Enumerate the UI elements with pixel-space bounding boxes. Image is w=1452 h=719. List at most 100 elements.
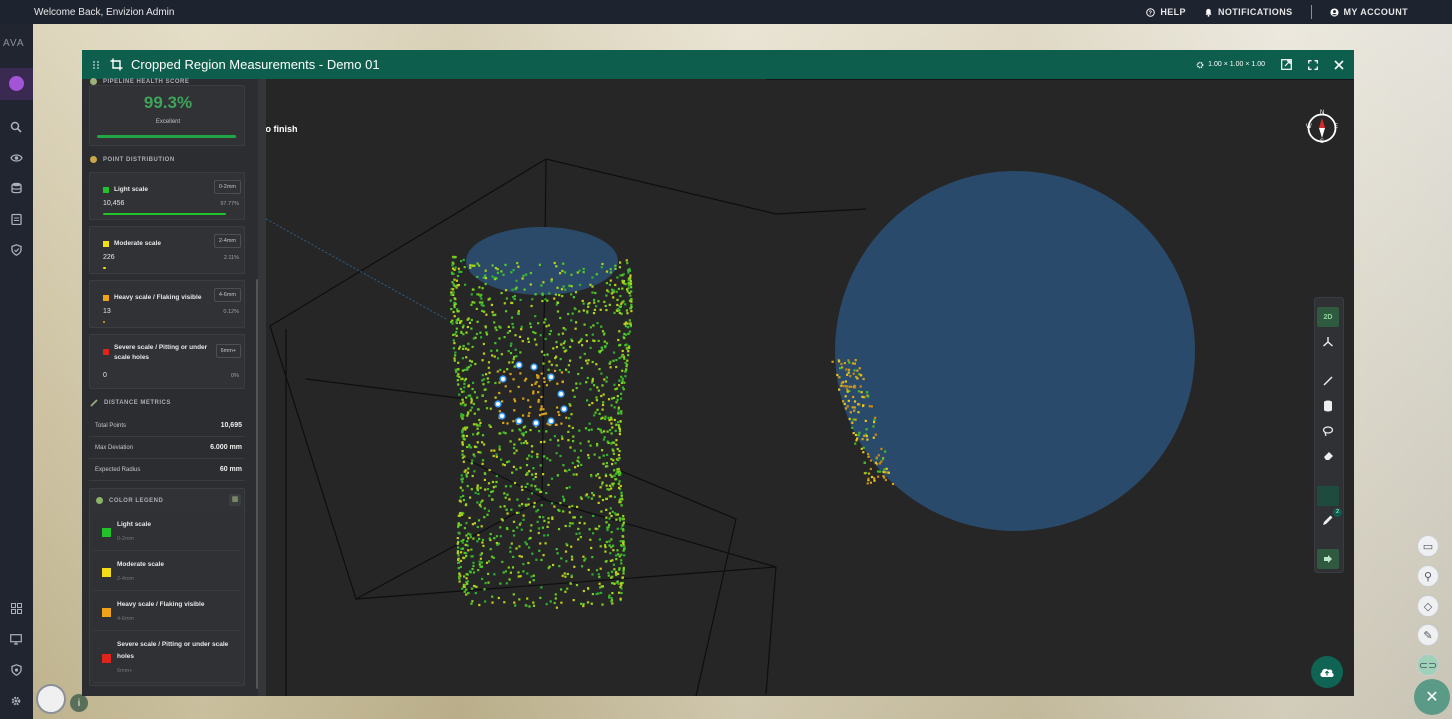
drag-handle-icon[interactable] [92, 60, 100, 70]
cloud-point [532, 604, 536, 607]
help-link[interactable]: ? HELP [1146, 7, 1186, 17]
fullscreen-icon[interactable] [1308, 59, 1318, 70]
axis-tool-button[interactable] [1317, 332, 1339, 352]
cloud-point [589, 326, 592, 329]
close-icon[interactable] [1334, 59, 1344, 70]
cloud-point [478, 563, 481, 566]
cloud-point [481, 301, 484, 304]
cloud-point [557, 411, 560, 414]
cloud-point [562, 262, 565, 265]
nav-admin[interactable] [8, 662, 24, 678]
cloud-point [465, 521, 468, 525]
cloud-point [568, 525, 571, 528]
compass-widget[interactable]: N S W E [1306, 110, 1339, 145]
sphere-point [872, 436, 875, 439]
cloud-point [453, 278, 456, 281]
nav-view[interactable] [8, 150, 24, 166]
pin-float-button[interactable]: ⚲ [1417, 565, 1439, 587]
pd-range-severe: 6mm+ [215, 344, 241, 358]
cloud-point [622, 568, 625, 571]
cloud-point [608, 517, 611, 520]
cloud-point [511, 566, 515, 569]
my-account-link[interactable]: MY ACCOUNT [1329, 7, 1409, 17]
lasso-tool-button[interactable] [1317, 421, 1339, 441]
sphere-point [846, 390, 849, 393]
cloud-point [613, 406, 616, 409]
cloud-point [572, 599, 575, 602]
cloud-point [484, 282, 487, 286]
nav-security[interactable] [8, 242, 24, 258]
cloud-point [628, 330, 632, 333]
scale-chip[interactable]: 1.00 × 1.00 × 1.00 [1196, 61, 1265, 69]
info-button[interactable]: i [70, 694, 88, 712]
cloud-point [560, 288, 564, 291]
pd-item-heavy[interactable]: Heavy scale / Flaking visible 4-6mm 13 0… [89, 280, 245, 328]
nav-settings[interactable] [8, 693, 24, 709]
cloud-point [626, 326, 630, 329]
pd-item-light[interactable]: Light scale 0-2mm 10,456 97.77% [89, 172, 245, 220]
cloud-point [564, 590, 567, 593]
cloud-point [457, 267, 460, 270]
cloud-point [621, 386, 624, 389]
nav-reports[interactable] [8, 211, 24, 227]
nav-monitor[interactable] [8, 631, 24, 647]
cloud-point [453, 315, 456, 318]
nav-item-active[interactable] [0, 68, 33, 100]
topbar-divider [1310, 5, 1312, 19]
compass-tool-button[interactable] [36, 684, 66, 714]
sphere-point [849, 385, 853, 388]
color-tool-button[interactable] [1317, 486, 1339, 506]
cloud-point [519, 372, 522, 375]
legend-collapse-button[interactable]: ▦ [229, 494, 241, 506]
nav-apps[interactable] [8, 600, 24, 616]
cloud-point [609, 495, 613, 498]
cloud-point [481, 538, 485, 541]
cloud-point [527, 340, 530, 343]
cloud-point [538, 414, 542, 417]
sphere-point [853, 409, 856, 412]
monitor-float-button[interactable]: ▭ [1417, 535, 1439, 557]
pd-item-severe[interactable]: Severe scale / Pitting or under scale ho… [89, 334, 245, 389]
cloud-point [544, 298, 547, 301]
cloud-point [583, 522, 586, 525]
cloud-point [588, 422, 591, 425]
cloud-point [472, 381, 475, 384]
upload-button[interactable] [1311, 656, 1343, 688]
cloud-point [481, 379, 484, 382]
cloud-point [459, 496, 462, 499]
cloud-point [581, 299, 584, 302]
view-2d-button[interactable]: 2D [1317, 307, 1339, 327]
cloud-point [528, 412, 531, 415]
cloud-point [589, 538, 592, 541]
cloud-point [579, 442, 582, 445]
nav-database[interactable] [8, 180, 24, 196]
sphere-point [866, 482, 869, 485]
compass-e: E [1334, 124, 1339, 130]
cloud-point [561, 332, 564, 335]
line-measure-button[interactable] [1317, 371, 1339, 391]
close-fab[interactable]: ✕ [1414, 679, 1450, 715]
cloud-point [464, 347, 467, 350]
pd-item-moderate[interactable]: Moderate scale 2-4mm 226 2.11% [89, 226, 245, 274]
cylinder-tool-button[interactable] [1317, 396, 1339, 416]
cloud-point [542, 473, 545, 476]
external-link-icon[interactable] [1281, 59, 1292, 70]
cloud-point [500, 353, 503, 356]
cloud-point [495, 535, 498, 538]
cloud-point [473, 445, 476, 448]
pen-tool-button[interactable]: 2 [1317, 508, 1342, 530]
panel-splitter[interactable] [258, 79, 266, 696]
cloud-point [523, 379, 527, 382]
link-float-button[interactable]: ⊂⊃ [1417, 654, 1439, 676]
nav-search[interactable] [8, 119, 24, 135]
cloud-point [462, 258, 465, 261]
eraser-tool-button[interactable] [1317, 446, 1339, 466]
tag-float-button[interactable]: ◇ [1417, 595, 1439, 617]
3d-viewport[interactable]: Double-click, press Enter, or right-clic… [266, 79, 1354, 696]
pen-float-button[interactable]: ✎ [1417, 624, 1439, 646]
cloud-point [630, 298, 633, 301]
cloud-point [493, 573, 496, 576]
cloud-point [456, 274, 460, 278]
export-tool-button[interactable] [1317, 549, 1339, 569]
notifications-link[interactable]: NOTIFICATIONS [1204, 7, 1293, 17]
